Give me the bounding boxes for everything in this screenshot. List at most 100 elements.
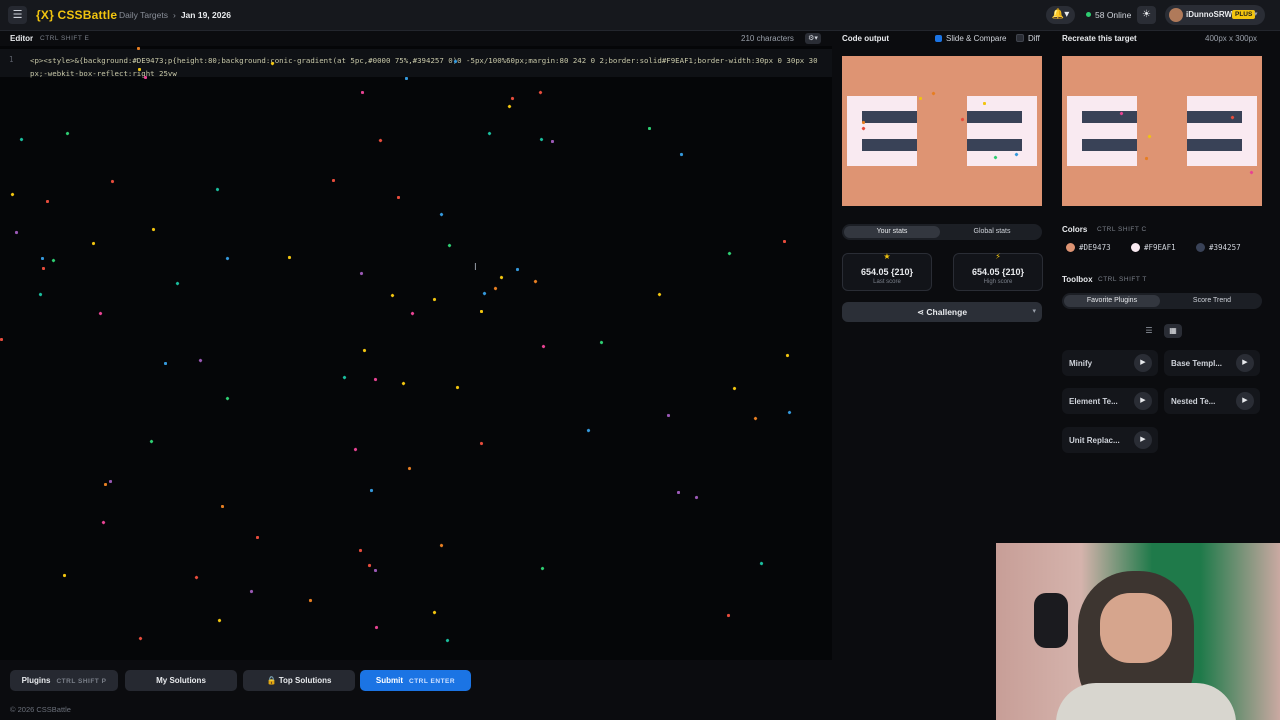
chevron-right-icon: › bbox=[172, 10, 176, 20]
colors-title: Colors bbox=[1062, 225, 1088, 234]
share-icon: ⋖ bbox=[916, 307, 927, 317]
plugin-element-template[interactable]: Element Te... ▶ bbox=[1062, 388, 1158, 414]
color-swatch[interactable]: #394257 bbox=[1196, 243, 1241, 257]
tab-your-stats[interactable]: Your stats bbox=[844, 226, 940, 238]
tab-score-trend[interactable]: Score Trend bbox=[1164, 295, 1260, 307]
list-view-icon[interactable]: ☰ bbox=[1140, 324, 1158, 338]
tab-global-stats[interactable]: Global stats bbox=[944, 226, 1040, 238]
confetti-particle bbox=[679, 152, 684, 157]
plugin-base-template[interactable]: Base Templ... ▶ bbox=[1164, 350, 1260, 376]
confetti-particle bbox=[648, 127, 651, 130]
confetti-particle bbox=[931, 91, 936, 96]
last-score-card: ★ 654.05 {210} Last score bbox=[842, 252, 932, 291]
play-icon[interactable]: ▶ bbox=[1134, 392, 1152, 410]
target-dimensions: 400px x 300px bbox=[1205, 34, 1258, 43]
confetti-particle bbox=[1249, 170, 1254, 175]
checkbox-checked-icon[interactable] bbox=[935, 35, 942, 42]
breadcrumb-daily-targets[interactable]: Daily Targets bbox=[119, 10, 168, 20]
confetti-particle bbox=[225, 256, 230, 261]
confetti-particle bbox=[782, 239, 787, 244]
confetti-particle bbox=[410, 311, 415, 316]
confetti-particle bbox=[41, 266, 46, 271]
shape-bar bbox=[967, 111, 1022, 123]
confetti-particle bbox=[353, 447, 358, 452]
play-icon[interactable]: ▶ bbox=[1134, 431, 1152, 449]
confetti-particle bbox=[308, 598, 313, 603]
confetti-particle bbox=[287, 255, 292, 260]
diff-toggle[interactable]: Diff bbox=[1016, 34, 1040, 43]
challenge-button[interactable]: ⋖ Challenge ▾ bbox=[842, 302, 1042, 322]
toolbox-title: Toolbox bbox=[1062, 275, 1093, 284]
confetti-particle bbox=[539, 137, 544, 142]
confetti-particle bbox=[479, 441, 484, 446]
color-swatch[interactable]: #F9EAF1 bbox=[1131, 243, 1176, 257]
line-number: 1 bbox=[9, 55, 14, 64]
person-shirt bbox=[1056, 683, 1236, 720]
plugins-label: Plugins bbox=[21, 676, 51, 685]
confetti-particle bbox=[533, 279, 538, 284]
confetti-particle bbox=[390, 293, 395, 298]
confetti-particle bbox=[499, 275, 504, 280]
confetti-particle bbox=[785, 353, 790, 358]
sun-icon[interactable]: ☀ bbox=[1137, 6, 1156, 24]
plugin-nested-template[interactable]: Nested Te... ▶ bbox=[1164, 388, 1260, 414]
plugins-button[interactable]: Plugins CTRL SHIFT P bbox=[10, 670, 118, 691]
submit-button[interactable]: Submit CTRL ENTER bbox=[360, 670, 471, 691]
toolbox-shortcut: CTRL SHIFT T bbox=[1098, 276, 1147, 283]
play-icon[interactable]: ▶ bbox=[1236, 392, 1254, 410]
code-line[interactable]: 1 <p><style>&{background:#DE9473;p{heigh… bbox=[0, 49, 832, 80]
confetti-particle bbox=[98, 311, 103, 316]
plugin-name: Unit Replac... bbox=[1069, 436, 1120, 445]
confetti-particle bbox=[432, 297, 437, 302]
confetti-particle bbox=[439, 212, 444, 217]
play-icon[interactable]: ▶ bbox=[1134, 354, 1152, 372]
code-output-canvas[interactable] bbox=[842, 56, 1042, 206]
code-editor[interactable]: 1 <p><style>&{background:#DE9473;p{heigh… bbox=[0, 46, 832, 660]
breadcrumb-date: Jan 19, 2026 bbox=[180, 10, 231, 20]
bell-icon[interactable]: 🔔▾ bbox=[1046, 6, 1075, 24]
checkbox-icon[interactable] bbox=[1016, 34, 1024, 42]
gear-icon[interactable]: ⚙▾ bbox=[805, 33, 821, 44]
menu-icon[interactable]: ☰ bbox=[8, 6, 27, 24]
slide-compare-toggle[interactable]: Slide & Compare bbox=[935, 34, 1006, 43]
slide-compare-label: Slide & Compare bbox=[946, 34, 1007, 43]
confetti-particle bbox=[861, 120, 866, 125]
confetti-particle bbox=[586, 428, 591, 433]
webcam-overlay bbox=[996, 543, 1280, 720]
user-menu[interactable]: iDunnoSRW PLUS ▾ bbox=[1165, 5, 1265, 25]
code-output-title: Code output bbox=[842, 34, 890, 43]
top-solutions-button[interactable]: 🔒 Top Solutions bbox=[243, 670, 355, 691]
tab-favorite-plugins[interactable]: Favorite Plugins bbox=[1064, 295, 1160, 307]
confetti-particle bbox=[373, 377, 378, 382]
confetti-particle bbox=[726, 613, 731, 618]
confetti-particle bbox=[550, 139, 555, 144]
confetti-particle bbox=[367, 563, 372, 568]
logo[interactable]: {X} CSSBattle bbox=[36, 8, 117, 22]
confetti-particle bbox=[194, 575, 199, 580]
confetti-particle bbox=[540, 566, 545, 571]
confetti-particle bbox=[493, 286, 498, 291]
confetti-particle bbox=[507, 104, 512, 109]
code-text[interactable]: <p><style>&{background:#DE9473;p{height:… bbox=[30, 55, 820, 80]
my-solutions-button[interactable]: My Solutions bbox=[125, 670, 237, 691]
shape-bar bbox=[967, 139, 1022, 151]
plugin-unit-replacer[interactable]: Unit Replac... ▶ bbox=[1062, 427, 1158, 453]
shape-bar bbox=[1082, 111, 1137, 123]
chevron-down-icon[interactable]: ▾ bbox=[1032, 302, 1036, 322]
plan-badge: PLUS bbox=[1232, 10, 1256, 19]
challenge-label: Challenge bbox=[926, 307, 968, 317]
plugin-name: Base Templ... bbox=[1171, 359, 1222, 368]
confetti-particle bbox=[51, 258, 56, 263]
confetti-particle bbox=[103, 482, 108, 487]
grid-view-icon[interactable]: ▦ bbox=[1164, 324, 1182, 338]
plugin-minify[interactable]: Minify ▶ bbox=[1062, 350, 1158, 376]
confetti-particle bbox=[538, 90, 543, 95]
confetti-particle bbox=[759, 561, 764, 566]
color-swatch[interactable]: #DE9473 bbox=[1066, 243, 1111, 257]
play-icon[interactable]: ▶ bbox=[1236, 354, 1254, 372]
last-score-value: 654.05 {210} bbox=[860, 267, 914, 277]
confetti-particle bbox=[378, 138, 383, 143]
confetti-particle bbox=[666, 413, 671, 418]
shape-bar bbox=[862, 111, 917, 123]
online-count: 58 Online bbox=[1086, 10, 1131, 20]
